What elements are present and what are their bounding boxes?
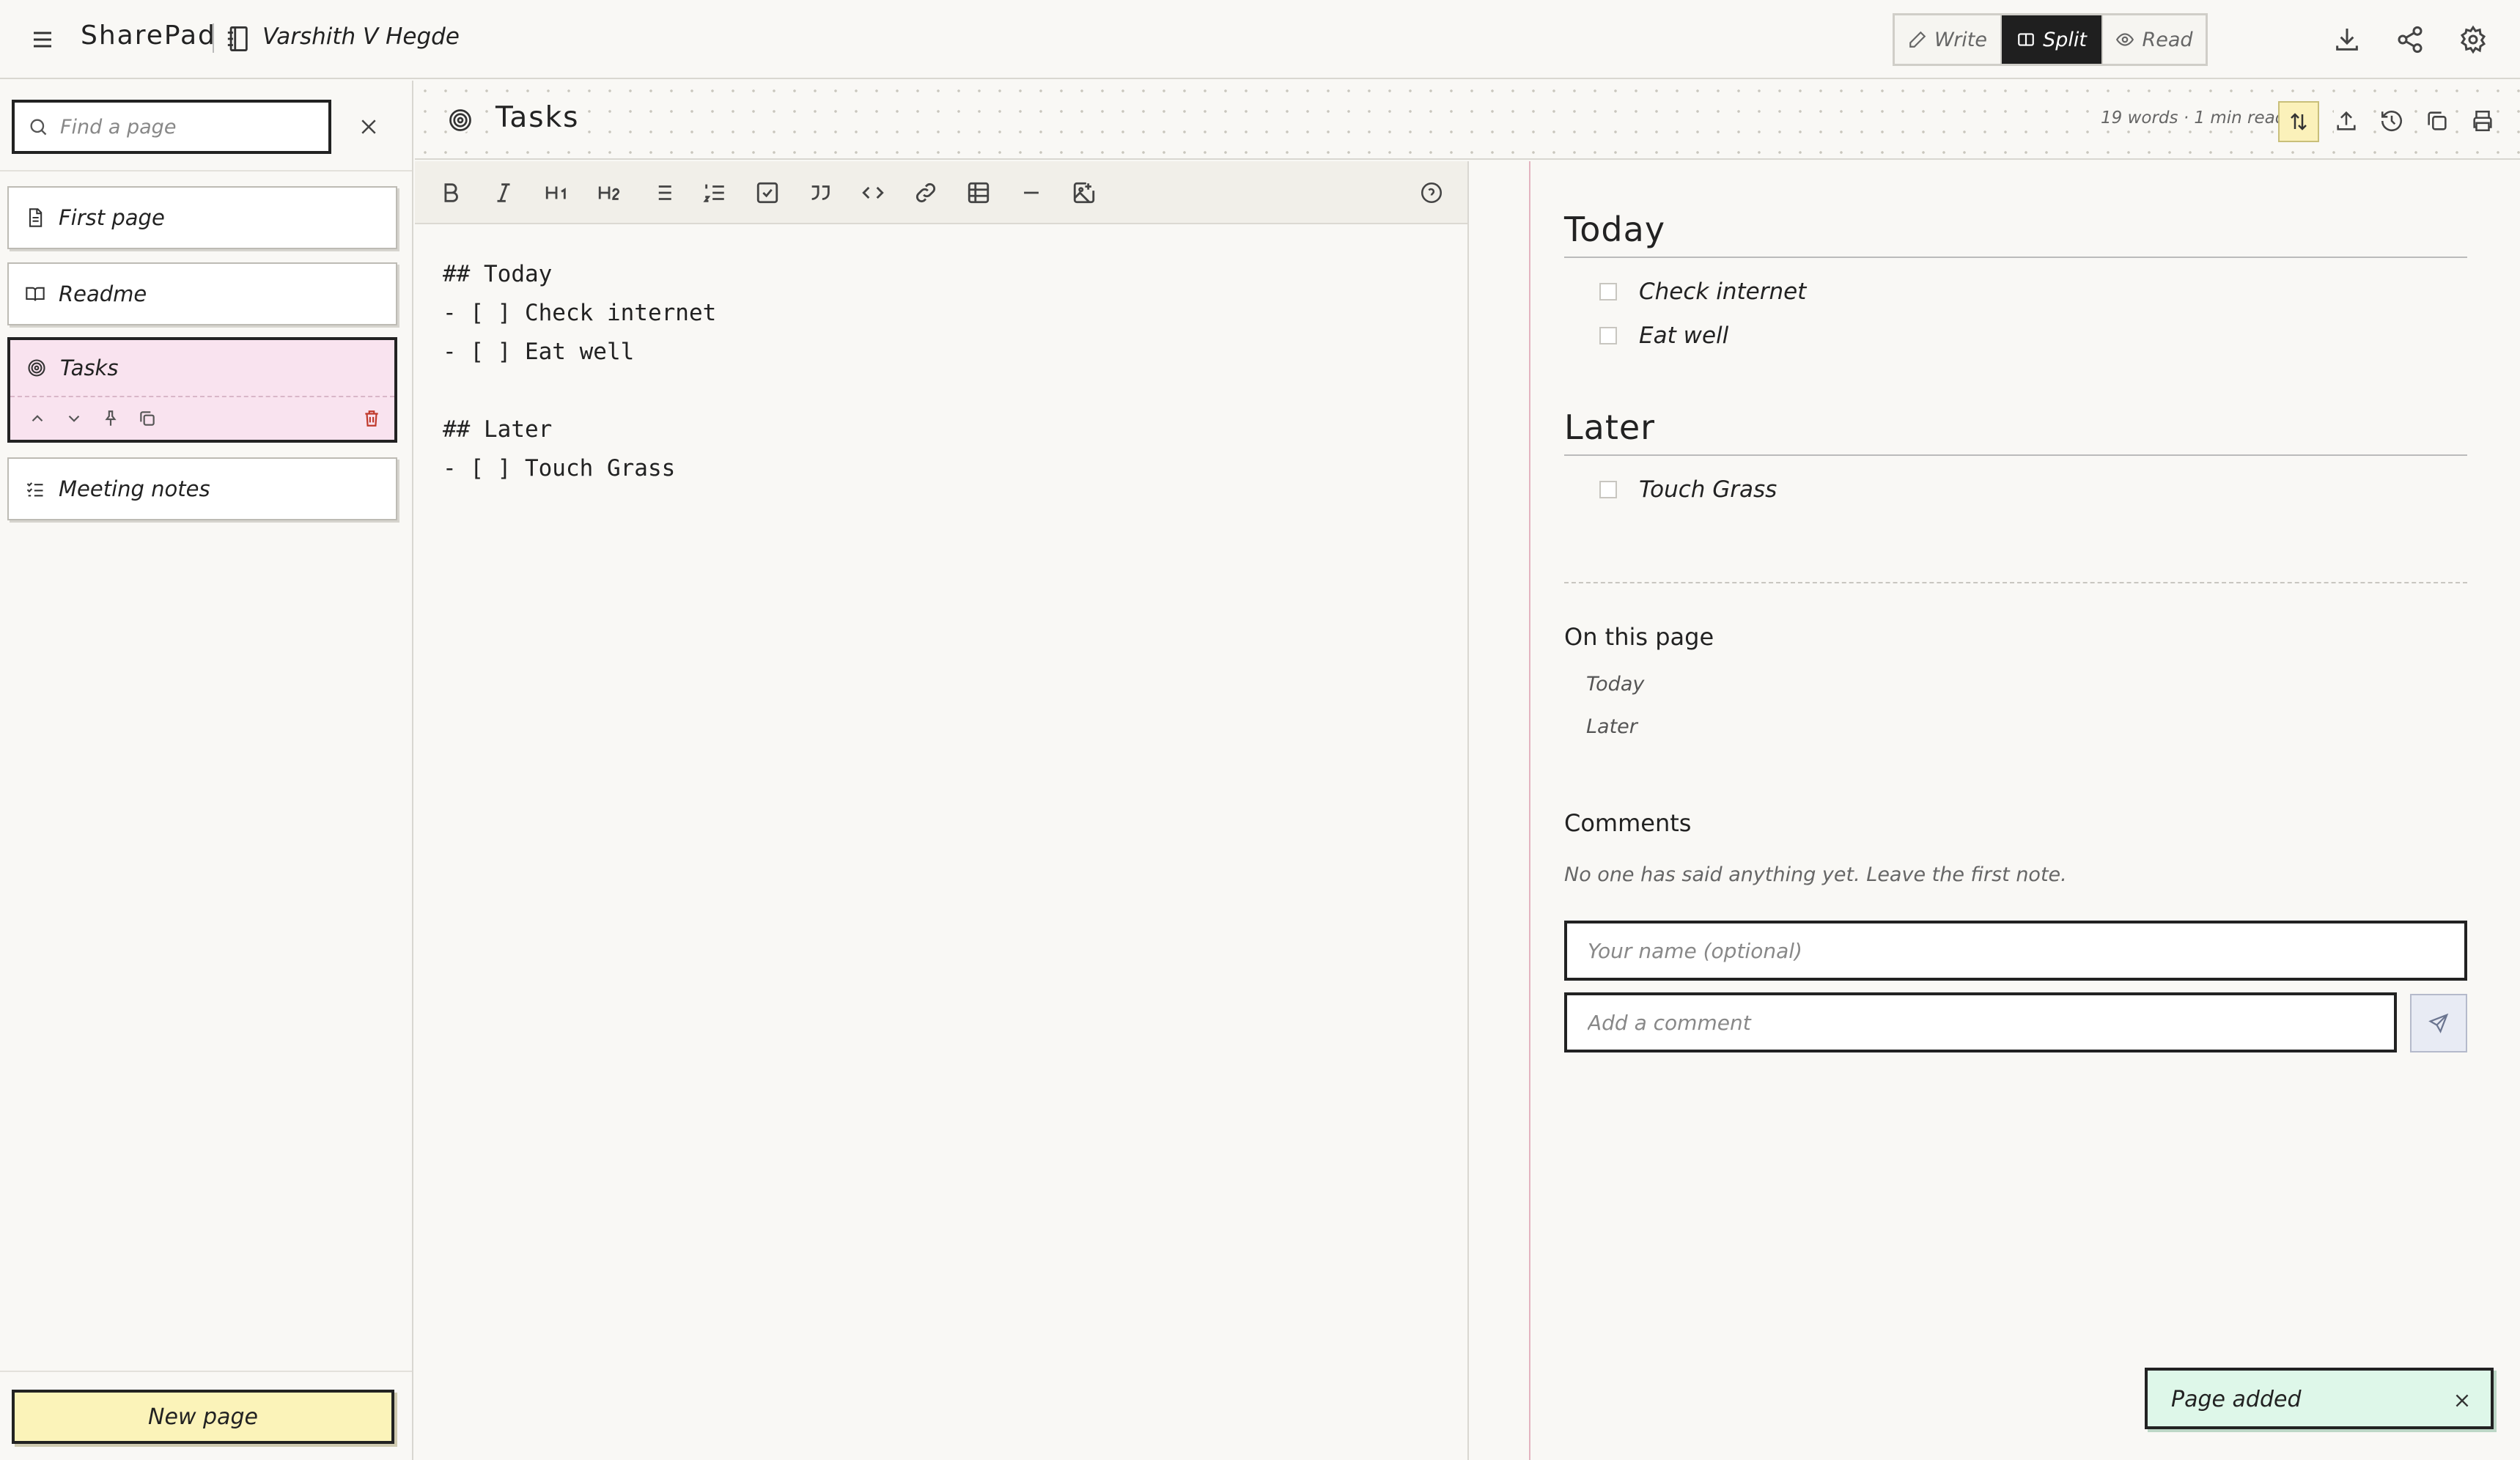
toc-link-later[interactable]: Later <box>1586 715 1637 738</box>
new-page-button[interactable]: New page <box>12 1390 394 1444</box>
sidebar-item-label: Meeting notes <box>59 476 210 501</box>
duplicate-icon[interactable] <box>138 409 157 428</box>
heading-1-icon[interactable] <box>544 180 569 205</box>
sync-scroll-button[interactable] <box>2278 101 2319 142</box>
task-item: Check internet <box>1599 279 1806 305</box>
sidebar-item-tasks[interactable]: Tasks <box>7 337 397 443</box>
divider <box>213 23 214 53</box>
write-mode-button[interactable]: Write <box>1895 15 2002 64</box>
document-icon <box>29 208 43 227</box>
horizontal-rule-icon[interactable] <box>1019 180 1044 205</box>
sidebar-item-label: Readme <box>59 281 147 306</box>
formatting-toolbar <box>415 161 1467 224</box>
pencil-icon <box>1909 31 1926 48</box>
word-count: 19 words · 1 min read <box>2096 108 2291 128</box>
search-icon <box>30 119 47 136</box>
chevron-down-icon[interactable] <box>65 409 84 428</box>
close-icon[interactable] <box>358 116 380 138</box>
help-icon[interactable] <box>1419 180 1444 205</box>
toast-notification: Page added <box>2145 1368 2494 1429</box>
sidebar-item-label: First page <box>59 205 165 230</box>
eye-icon <box>2116 33 2134 46</box>
share-icon[interactable] <box>2395 25 2425 54</box>
toast-message: Page added <box>2171 1387 2302 1412</box>
split-mode-label: Split <box>2043 28 2087 51</box>
download-icon[interactable] <box>2332 25 2362 54</box>
upload-icon[interactable] <box>2334 108 2359 133</box>
task-label: Check internet <box>1639 279 1807 305</box>
pin-icon[interactable] <box>101 409 120 428</box>
history-icon[interactable] <box>2379 108 2404 133</box>
sidebar-item-first-page[interactable]: First page <box>7 186 397 249</box>
quote-icon[interactable] <box>808 180 833 205</box>
comments-title: Comments <box>1564 809 1692 837</box>
chevron-up-icon[interactable] <box>28 409 47 428</box>
split-mode-button[interactable]: Split <box>2002 15 2101 64</box>
task-item: Eat well <box>1599 322 1728 349</box>
copy-icon[interactable] <box>2425 108 2450 133</box>
name-field[interactable] <box>1564 921 2467 981</box>
menu-icon[interactable] <box>29 26 56 53</box>
settings-icon[interactable] <box>2458 25 2488 54</box>
view-mode-toggle: Write Split Read <box>1893 13 2208 66</box>
read-mode-button[interactable]: Read <box>2101 15 2206 64</box>
code-icon[interactable] <box>861 180 885 205</box>
heading-2-icon[interactable] <box>597 180 622 205</box>
task-label: Eat well <box>1639 322 1729 349</box>
toc-title: On this page <box>1564 623 1714 651</box>
divider <box>1564 582 2467 583</box>
numbered-list-icon[interactable] <box>702 180 727 205</box>
split-icon <box>2018 33 2034 46</box>
markdown-editor[interactable]: ## Today - [ ] Check internet - [ ] Eat … <box>443 255 1440 488</box>
toc-link-today[interactable]: Today <box>1586 673 1644 696</box>
divider <box>0 1371 412 1372</box>
checkbox-icon[interactable] <box>755 180 780 205</box>
comments-empty-state: No one has said anything yet. Leave the … <box>1564 863 2067 886</box>
target-icon <box>447 107 474 133</box>
image-icon[interactable] <box>1072 180 1097 205</box>
table-icon[interactable] <box>966 180 991 205</box>
editor-pane: ## Today - [ ] Check internet - [ ] Eat … <box>415 161 1469 1460</box>
trash-icon[interactable] <box>362 409 381 428</box>
close-icon[interactable] <box>2453 1391 2472 1410</box>
list-checks-icon <box>26 482 43 497</box>
app-name: SharePad <box>81 21 216 51</box>
task-label: Touch Grass <box>1639 476 1777 503</box>
link-icon[interactable] <box>913 180 938 205</box>
task-item: Touch Grass <box>1599 476 1777 503</box>
target-icon <box>28 359 45 377</box>
italic-icon[interactable] <box>491 180 516 205</box>
printer-icon[interactable] <box>2470 108 2495 133</box>
task-checkbox[interactable] <box>1599 481 1617 498</box>
sidebar-item-meeting-notes[interactable]: Meeting notes <box>7 457 397 520</box>
owner-name: Varshith V Hegde <box>262 23 460 50</box>
bullet-list-icon[interactable] <box>649 180 674 205</box>
notebook-icon <box>226 25 251 53</box>
page-actions <box>10 396 394 440</box>
sidebar: First page Readme Tasks Meeting notes Ne… <box>0 81 413 1460</box>
page-title[interactable]: Tasks <box>490 101 586 134</box>
send-comment-button[interactable] <box>2410 994 2467 1052</box>
book-open-icon <box>26 287 45 301</box>
preview-heading-today: Today <box>1564 210 2467 258</box>
sidebar-item-readme[interactable]: Readme <box>7 262 397 325</box>
task-checkbox[interactable] <box>1599 327 1617 344</box>
preview-pane: Today Check internet Eat well Later Touc… <box>1529 161 2520 1460</box>
preview-heading-later: Later <box>1564 408 2467 456</box>
comment-field[interactable] <box>1564 992 2397 1052</box>
document-header: Tasks 19 words · 1 min read <box>415 81 2520 160</box>
write-mode-label: Write <box>1934 28 1988 51</box>
task-checkbox[interactable] <box>1599 283 1617 301</box>
search-input[interactable] <box>60 115 324 139</box>
divider <box>0 170 412 172</box>
arrows-up-down-icon <box>2291 113 2307 130</box>
bold-icon[interactable] <box>438 180 463 205</box>
top-bar: SharePad Varshith V Hegde Write Split Re… <box>0 0 2520 79</box>
search-box <box>12 100 331 154</box>
read-mode-label: Read <box>2142 28 2193 51</box>
send-icon <box>2428 1013 2449 1033</box>
sidebar-item-label: Tasks <box>60 355 119 380</box>
